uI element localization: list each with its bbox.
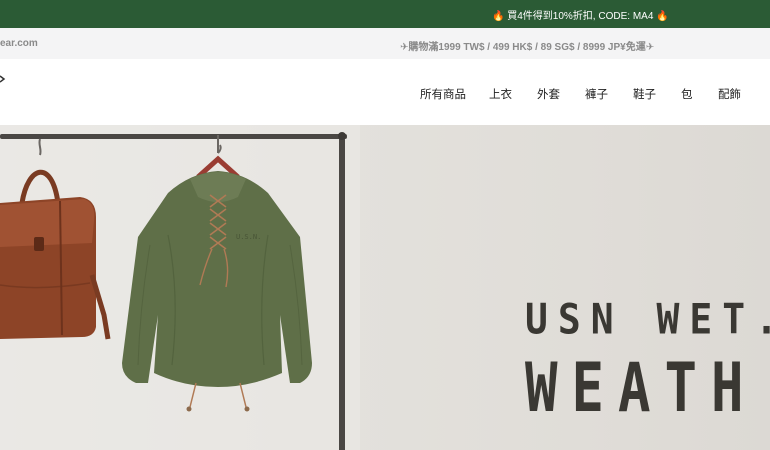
hero-title-line2: WEATH	[525, 348, 758, 428]
announcement-bar: 🔥 買4件得到10%折扣, CODE: MA4 🔥	[0, 0, 770, 28]
promo-message[interactable]: 🔥 買4件得到10%折扣, CODE: MA4 🔥	[492, 7, 669, 22]
nav-bags[interactable]: 包	[681, 86, 693, 102]
flame-icon: 🔥	[492, 11, 505, 22]
nav-shoes[interactable]: 鞋子	[633, 86, 656, 102]
logo[interactable]	[0, 73, 6, 87]
promo-text: 買4件得到10%折扣, CODE: MA4	[507, 11, 654, 22]
svg-text:U.S.N.: U.S.N.	[236, 233, 261, 241]
nav-jackets[interactable]: 外套	[537, 86, 560, 102]
site-url[interactable]: ear.com	[0, 38, 38, 49]
nav-tops[interactable]: 上衣	[489, 86, 512, 102]
nav-accessories[interactable]: 配飾	[718, 86, 741, 102]
hero-title-line1: USN WET.	[525, 294, 770, 344]
flame-icon: 🔥	[656, 11, 669, 22]
site-header: 所有商品 上衣 外套 褲子 鞋子 包 配飾	[0, 59, 770, 126]
main-nav: 所有商品 上衣 外套 褲子 鞋子 包 配飾	[0, 86, 770, 102]
nav-pants[interactable]: 褲子	[585, 86, 608, 102]
hero-headline: USN WET. WEATH	[525, 294, 770, 425]
hero-banner[interactable]: U.S.N. USN WET. WEATH	[0, 125, 770, 450]
info-bar: ear.com ✈購物滿1999 TW$ / 499 HK$ / 89 SG$ …	[0, 28, 770, 59]
free-shipping-notice: ✈購物滿1999 TW$ / 499 HK$ / 89 SG$ / 8999 J…	[400, 42, 655, 53]
nav-all-products[interactable]: 所有商品	[420, 86, 466, 102]
